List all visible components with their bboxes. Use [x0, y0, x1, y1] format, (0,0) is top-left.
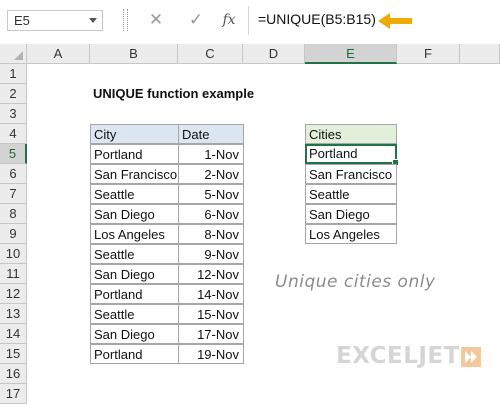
select-all-triangle-icon	[14, 51, 23, 60]
formula-input[interactable]: =UNIQUE(B5:B15)	[248, 6, 500, 35]
row-header-8[interactable]: 8	[0, 204, 27, 224]
name-box[interactable]: E5	[7, 10, 103, 31]
row-header-9[interactable]: 9	[0, 224, 27, 244]
annotation-note: Unique cities only	[275, 272, 436, 292]
source-city-cell[interactable]: Portland	[90, 144, 179, 164]
row-header-3[interactable]: 3	[0, 104, 27, 124]
source-date-cell[interactable]: 12-Nov	[178, 264, 244, 284]
row-header-13[interactable]: 13	[0, 304, 27, 324]
source-date-cell[interactable]: 2-Nov	[178, 164, 244, 184]
column-header-e[interactable]: E	[305, 44, 397, 64]
active-cell-e5[interactable]: Portland	[305, 144, 399, 166]
column-header-b[interactable]: B	[90, 44, 178, 64]
source-date-cell[interactable]: 5-Nov	[178, 184, 244, 204]
source-date-cell[interactable]: 15-Nov	[178, 304, 244, 324]
formula-text: =UNIQUE(B5:B15)	[258, 11, 376, 27]
column-header-d[interactable]: D	[243, 44, 305, 64]
row-header-17[interactable]: 17	[0, 384, 27, 404]
row-header-15[interactable]: 15	[0, 344, 27, 364]
source-date-cell[interactable]: 6-Nov	[178, 204, 244, 224]
insert-function-icon[interactable]: fx	[219, 10, 239, 30]
exceljet-logo: EXCELJET	[336, 343, 460, 369]
source-city-cell[interactable]: Los Angeles	[90, 224, 179, 244]
result-city-cell[interactable]: San Francisco	[305, 164, 397, 184]
source-date-cell[interactable]: 8-Nov	[178, 224, 244, 244]
source-city-cell[interactable]: Seattle	[90, 244, 179, 264]
source-header-date[interactable]: Date	[178, 124, 244, 144]
column-header-filler	[460, 44, 500, 64]
source-city-cell[interactable]: San Francisco	[90, 164, 179, 184]
row-header-10[interactable]: 10	[0, 244, 27, 264]
row-header-4[interactable]: 4	[0, 124, 27, 144]
formula-buttons: ✕ ✓ fx	[114, 6, 248, 35]
row-header-16[interactable]: 16	[0, 364, 27, 384]
source-date-cell[interactable]: 1-Nov	[178, 144, 244, 164]
result-city-cell[interactable]: San Diego	[305, 204, 397, 224]
sheet-title: UNIQUE function example	[93, 86, 255, 101]
source-city-cell[interactable]: Portland	[90, 284, 179, 304]
enter-icon[interactable]: ✓	[186, 10, 206, 30]
source-city-cell[interactable]: San Diego	[90, 204, 179, 224]
separator-grip	[123, 9, 128, 31]
result-city-cell[interactable]: Seattle	[305, 184, 397, 204]
row-header-1[interactable]: 1	[0, 64, 27, 84]
formula-bar: E5 ✕ ✓ fx =UNIQUE(B5:B15)	[0, 0, 500, 40]
source-city-cell[interactable]: Seattle	[90, 304, 179, 324]
row-header-5[interactable]: 5	[0, 144, 27, 164]
column-header-a[interactable]: A	[27, 44, 90, 64]
source-date-cell[interactable]: 14-Nov	[178, 284, 244, 304]
chevron-down-icon[interactable]	[89, 18, 97, 23]
source-date-cell[interactable]: 17-Nov	[178, 324, 244, 344]
source-city-cell[interactable]: Portland	[90, 344, 179, 364]
row-header-2[interactable]: 2	[0, 84, 27, 104]
name-box-value: E5	[14, 13, 30, 28]
exceljet-logo-mark-icon	[461, 347, 481, 367]
row-header-12[interactable]: 12	[0, 284, 27, 304]
spreadsheet-grid: A B C D E F 1 2 3 4 5 6 7 8 9 10 11 12 13 14 15 16 17 UNIQUE fu…	[0, 40, 500, 404]
row-header-7[interactable]: 7	[0, 184, 27, 204]
result-header-cities[interactable]: Cities	[305, 124, 397, 144]
column-header-c[interactable]: C	[178, 44, 243, 64]
source-city-cell[interactable]: Seattle	[90, 184, 179, 204]
row-header-6[interactable]: 6	[0, 164, 27, 184]
select-all-corner[interactable]	[0, 44, 27, 64]
arrow-left-icon	[378, 13, 412, 29]
row-header-11[interactable]: 11	[0, 264, 27, 284]
cancel-icon[interactable]: ✕	[146, 10, 166, 30]
row-header-14[interactable]: 14	[0, 324, 27, 344]
source-header-city[interactable]: City	[90, 124, 179, 144]
result-city-cell[interactable]: Los Angeles	[305, 224, 397, 244]
source-date-cell[interactable]: 9-Nov	[178, 244, 244, 264]
column-header-f[interactable]: F	[397, 44, 460, 64]
source-city-cell[interactable]: San Diego	[90, 324, 179, 344]
source-date-cell[interactable]: 19-Nov	[178, 344, 244, 364]
source-city-cell[interactable]: San Diego	[90, 264, 179, 284]
